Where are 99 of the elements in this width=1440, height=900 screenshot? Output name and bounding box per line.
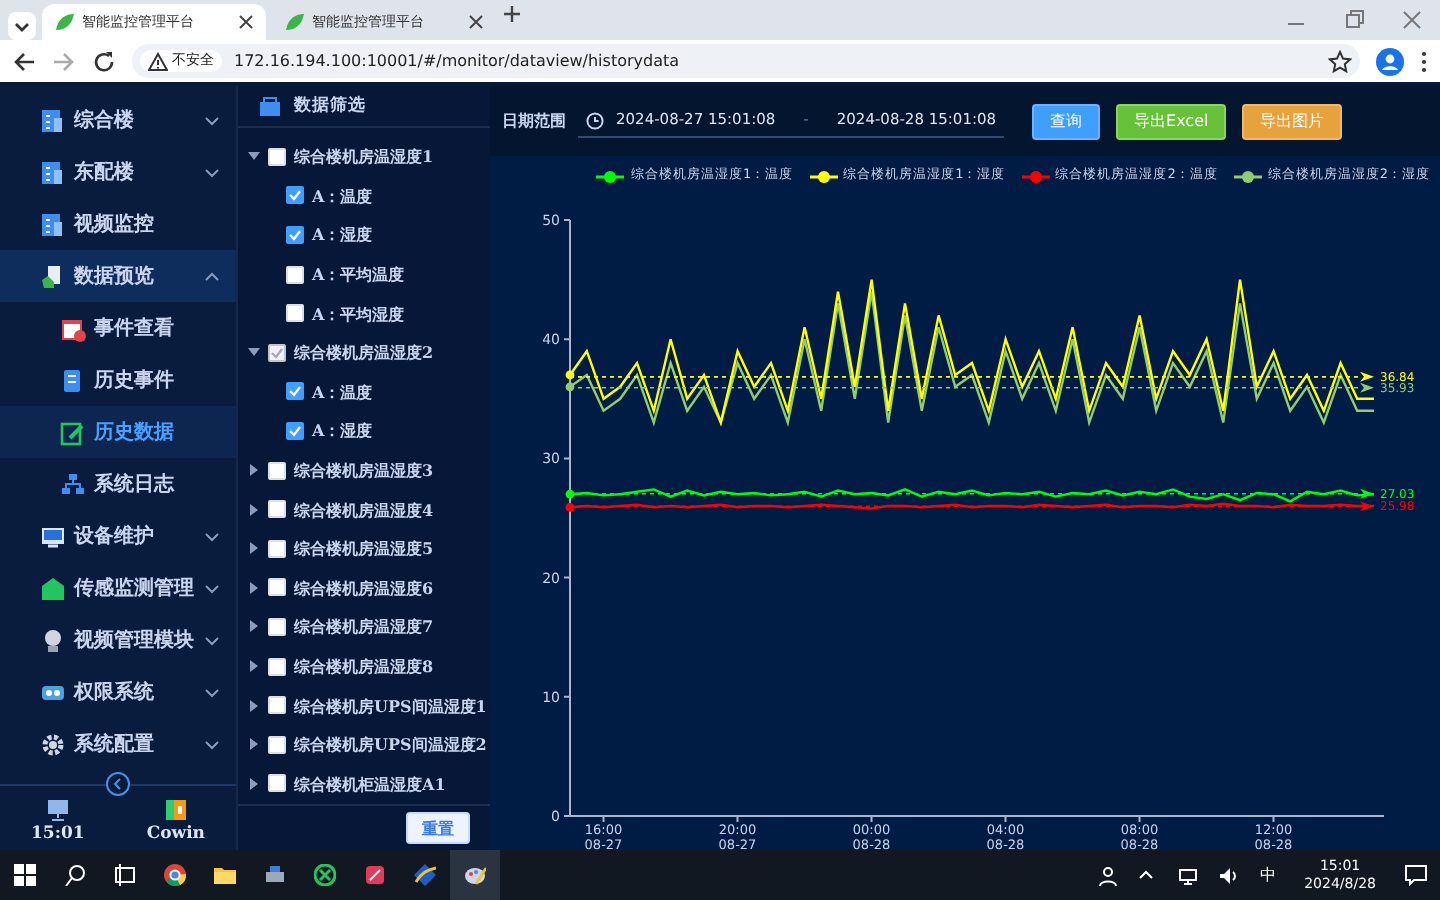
input-method-indicator[interactable]: 中: [1260, 863, 1277, 887]
tab-list-button[interactable]: [8, 12, 36, 40]
legend-marker-icon: [1233, 169, 1262, 183]
building-icon: [40, 211, 66, 237]
sidebar-item[interactable]: 数据预览: [0, 250, 236, 302]
app-icon[interactable]: [414, 864, 436, 886]
date-range-label: 日期范围: [502, 109, 566, 133]
star-icon[interactable]: [1328, 49, 1352, 73]
tree-node-label[interactable]: 综合楼机房温湿度7: [294, 614, 434, 639]
network-icon[interactable]: [1178, 865, 1199, 885]
chevron-down-icon[interactable]: [204, 685, 220, 699]
speaker-icon[interactable]: [1218, 865, 1239, 885]
legend-marker-icon: [1021, 169, 1050, 183]
restore-icon[interactable]: [1342, 6, 1366, 34]
tree-node-label[interactable]: 综合楼机房温湿度8: [294, 654, 434, 678]
xbox-icon[interactable]: [314, 864, 336, 886]
reset-button[interactable]: 重置: [406, 811, 470, 844]
sidebar-item[interactable]: 权限系统: [0, 666, 236, 718]
clock-time: 15:01: [31, 822, 85, 848]
caret-icon[interactable]: [248, 699, 260, 712]
sidebar-subitem[interactable]: 事件查看: [0, 302, 236, 354]
chevron-down-icon[interactable]: [204, 529, 220, 543]
tree-node-label[interactable]: 综合楼机房温湿度5: [294, 536, 434, 561]
sitemap-icon: [60, 471, 86, 497]
tree-node-label[interactable]: 综合楼机房温湿度4: [294, 497, 434, 522]
sidebar-item[interactable]: 设备维护: [0, 510, 236, 562]
sidebar-item[interactable]: 视频管理模块: [0, 614, 236, 666]
user-name: Cowin: [146, 822, 205, 848]
sidebar-subitem[interactable]: 历史事件: [0, 354, 236, 406]
edit-icon: [60, 419, 86, 445]
caret-icon[interactable]: [248, 581, 260, 594]
caret-icon[interactable]: [248, 503, 260, 516]
clock-icon: [586, 111, 604, 129]
checkbox[interactable]: [286, 186, 304, 205]
menu-icon[interactable]: [1420, 49, 1428, 73]
monitor-icon: [45, 798, 70, 822]
legend-marker-icon: [809, 169, 838, 183]
checkbox[interactable]: [286, 225, 304, 244]
printer-icon[interactable]: [264, 864, 286, 886]
calendar-icon: [60, 315, 86, 341]
caret-icon[interactable]: [248, 777, 260, 790]
start-marker: [565, 502, 575, 512]
task-view-icon[interactable]: [114, 864, 136, 886]
document-icon: [60, 367, 86, 393]
tree-node-label[interactable]: A：湿度: [312, 222, 373, 247]
close-icon[interactable]: [468, 14, 484, 30]
house-icon: [40, 575, 66, 601]
chevron-down-icon[interactable]: [204, 633, 220, 647]
tree-node-label[interactable]: 综合楼机房温湿度3: [294, 458, 434, 483]
leaf-icon: [54, 12, 74, 32]
start-marker: [565, 489, 575, 499]
sidebar-item[interactable]: 传感监测管理: [0, 562, 236, 614]
tree-node-label[interactable]: A：温度: [312, 183, 373, 208]
briefcase-icon: [258, 95, 282, 118]
panel-title: 数据筛选: [294, 93, 366, 120]
sidebar-item[interactable]: 综合楼: [0, 94, 236, 146]
tree-node-label[interactable]: 综合楼机柜温湿度A1: [294, 771, 446, 796]
notification-icon[interactable]: [1404, 864, 1428, 886]
building-icon: [40, 159, 66, 185]
sidebar-subitem[interactable]: 历史数据: [0, 406, 236, 458]
app-icon[interactable]: [364, 864, 386, 886]
leaf-icon: [284, 12, 304, 32]
tree-node-label[interactable]: 综合楼机房UPS间温湿度1: [294, 693, 487, 718]
caret-icon[interactable]: [248, 542, 260, 555]
legend-marker-icon: [596, 169, 625, 183]
profile-icon[interactable]: [1376, 47, 1404, 75]
paint-icon[interactable]: [464, 864, 486, 886]
search-icon[interactable]: [64, 864, 86, 886]
tree-node-label[interactable]: A：平均湿度: [312, 301, 405, 326]
caret-icon[interactable]: [248, 150, 260, 163]
chrome-icon[interactable]: [164, 864, 186, 886]
caret-icon[interactable]: [248, 620, 260, 633]
tree-node-label[interactable]: 综合楼机房UPS间温湿度2: [294, 732, 487, 757]
caret-icon[interactable]: [248, 738, 260, 751]
chevron-down-icon[interactable]: [204, 165, 220, 179]
sidebar-item[interactable]: 系统配置: [0, 718, 236, 770]
chevron-down-icon[interactable]: [204, 737, 220, 751]
user-avatar-icon: [163, 798, 188, 822]
warning-icon: [148, 51, 168, 71]
chevron-down-icon[interactable]: [204, 113, 220, 127]
reload-icon[interactable]: [92, 49, 116, 73]
folder-icon[interactable]: [214, 864, 236, 886]
building-icon: [40, 107, 66, 133]
monitor-icon: [40, 523, 66, 549]
collapse-button[interactable]: [106, 772, 130, 796]
tree-node-label[interactable]: 综合楼机房温湿度1: [294, 144, 434, 169]
start-icon[interactable]: [14, 864, 36, 886]
close-icon[interactable]: [238, 14, 254, 30]
caret-icon[interactable]: [248, 660, 260, 672]
sidebar-item[interactable]: 东配楼: [0, 146, 236, 198]
gear-icon: [40, 731, 66, 757]
tree-node-label[interactable]: A：平均温度: [312, 262, 405, 287]
chevron-down-icon[interactable]: [204, 581, 220, 595]
back-icon[interactable]: [12, 49, 36, 73]
sidebar-subitem[interactable]: 系统日志: [0, 458, 236, 510]
sidebar-item[interactable]: 视频监控: [0, 198, 236, 250]
document-icon: [40, 263, 66, 289]
tree-node-label[interactable]: 综合楼机房温湿度6: [294, 575, 434, 600]
caret-icon[interactable]: [248, 464, 260, 477]
